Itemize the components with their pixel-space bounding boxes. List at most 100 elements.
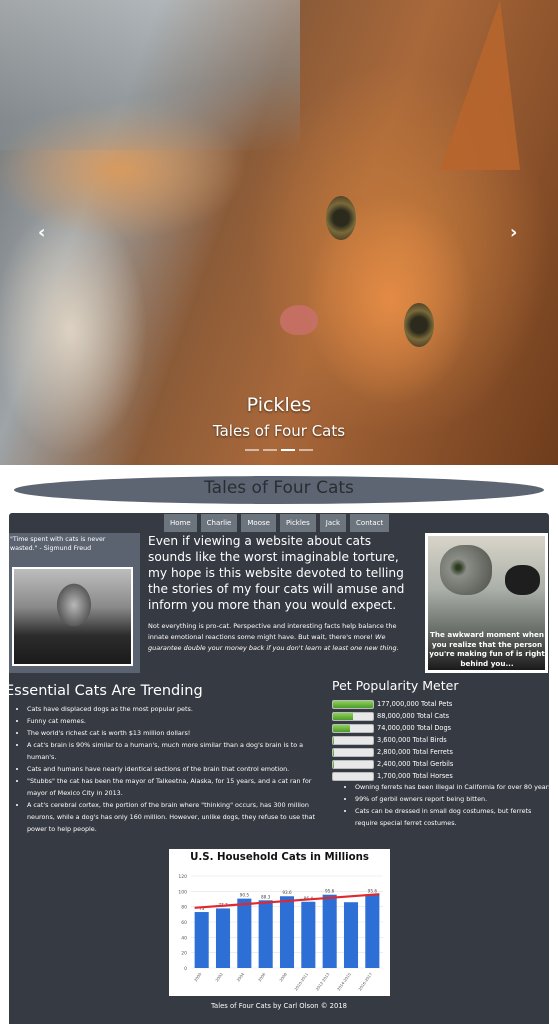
list-item: Cats and humans have nearly identical se… xyxy=(27,763,332,775)
meter-label: 74,000,000 Total Dogs xyxy=(377,724,452,732)
chart-x-tick-label: 2006 xyxy=(257,971,267,982)
chart-x-tick-label: 2002 xyxy=(214,971,224,982)
chart-x-tick-label: 2008 xyxy=(278,971,288,982)
intro-note: Not everything is pro-cat. Perspective a… xyxy=(148,621,412,654)
nav-item-moose[interactable]: Moose xyxy=(241,514,276,532)
chart-bar xyxy=(343,902,359,968)
meter-bar xyxy=(332,723,374,733)
meter-row: 177,000,000 Total Pets xyxy=(332,698,552,710)
hero-carousel: ‹ › Pickles Tales of Four Cats xyxy=(0,0,558,465)
trending-title: Essential Cats Are Trending xyxy=(5,683,203,699)
meter-bar xyxy=(332,735,374,745)
meter-title: Pet Popularity Meter xyxy=(332,678,459,693)
carousel-caption-subtitle: Tales of Four Cats xyxy=(212,422,346,440)
list-item: Cats can be dressed in small dog costume… xyxy=(355,805,555,829)
cat-ear-shape xyxy=(440,0,520,170)
chart-bar xyxy=(301,901,316,968)
meter-bar xyxy=(332,759,374,769)
chart-y-tick-label: 80 xyxy=(181,905,187,911)
list-item: "Stubbs" the cat has been the mayor of T… xyxy=(27,775,332,799)
meter-label: 2,400,000 Total Gerbils xyxy=(377,760,454,768)
meter-bar-fill xyxy=(333,748,334,756)
meter-bar xyxy=(332,711,374,721)
meme-cat-shape xyxy=(505,565,540,595)
chart-bar xyxy=(365,894,380,968)
nav-item-pickles[interactable]: Pickles xyxy=(279,514,316,532)
chart-title: U.S. Household Cats in Millions xyxy=(190,852,369,863)
chart-bar xyxy=(279,896,295,968)
meter-row: 2,800,000 Total Ferrets xyxy=(332,746,552,758)
list-item: The world's richest cat is worth $13 mil… xyxy=(27,727,332,739)
chart-y-tick-label: 0 xyxy=(184,966,187,972)
list-item: Owning ferrets has been illegal in Calif… xyxy=(355,781,555,793)
chart-data-label: 88.3 xyxy=(261,894,271,899)
carousel-indicator[interactable] xyxy=(299,449,313,451)
meter-bar xyxy=(332,747,374,757)
list-item: Cats have displaced dogs as the most pop… xyxy=(27,703,332,715)
chart-bar xyxy=(322,894,337,968)
chart-x-tick-label: 2012-2013 xyxy=(315,971,331,991)
cat-nose-shape xyxy=(280,305,318,335)
carousel-prev-icon[interactable]: ‹ xyxy=(38,222,45,243)
nav-item-contact[interactable]: Contact xyxy=(350,514,390,532)
trending-list: Cats have displaced dogs as the most pop… xyxy=(18,703,332,835)
meter-row: 2,400,000 Total Gerbils xyxy=(332,758,552,770)
chart-bar xyxy=(258,900,273,968)
freud-photo xyxy=(12,567,133,666)
list-item: A cat's brain is 90% similar to a human'… xyxy=(27,739,332,763)
chart-data-label: 90.5 xyxy=(240,893,250,898)
chart-bar xyxy=(194,912,209,968)
nav-item-jack[interactable]: Jack xyxy=(319,514,347,532)
chart-y-tick-label: 40 xyxy=(181,935,187,941)
chart-data-label: 93.6 xyxy=(282,890,292,895)
chart-y-tick-label: 60 xyxy=(181,920,187,926)
carousel-indicator-active[interactable] xyxy=(281,449,295,451)
meter-label: 88,000,000 Total Cats xyxy=(377,712,450,720)
carousel-photo xyxy=(0,0,300,150)
carousel-indicator[interactable] xyxy=(263,449,277,451)
quote-text: "Time spent with cats is never wasted." … xyxy=(10,536,106,552)
meter-bar-fill xyxy=(333,712,353,720)
intro-note-text: Not everything is pro-cat. Perspective a… xyxy=(148,622,397,641)
meter-bar xyxy=(332,771,374,781)
meter-label: 3,600,000 Total Birds xyxy=(377,736,447,744)
cats-bar-chart: 02040608010012073200077.7200290.5200488.… xyxy=(178,874,383,992)
chart-x-tick-label: 2010-2011 xyxy=(293,971,309,991)
meter-label: 2,800,000 Total Ferrets xyxy=(377,748,453,756)
chart-x-tick-label: 2014-2015 xyxy=(336,971,352,991)
carousel-caption-title: Pickles xyxy=(246,394,312,416)
pet-facts-list: Owning ferrets has been illegal in Calif… xyxy=(346,781,555,829)
list-item: A cat's cerebral cortex, the portion of … xyxy=(27,799,332,835)
chart-y-tick-label: 100 xyxy=(178,889,187,895)
meter-bar-fill xyxy=(333,700,373,708)
meter-bar xyxy=(332,699,374,709)
meter-row: 88,000,000 Total Cats xyxy=(332,710,552,722)
carousel-indicators xyxy=(245,449,313,451)
list-item: 99% of gerbil owners report being bitten… xyxy=(355,793,555,805)
intro-paragraph: Even if viewing a website about cats sou… xyxy=(148,534,405,612)
list-item: Funny cat memes. xyxy=(27,715,332,727)
meter-bar-fill xyxy=(333,736,334,744)
chart-data-label: 95.6 xyxy=(368,889,378,894)
cat-eye-shape xyxy=(326,196,356,240)
chart-x-tick-label: 2016-2017 xyxy=(357,971,373,991)
cat-eye-shape xyxy=(404,303,434,347)
footer-text: Tales of Four Cats by Carl Olson © 2018 xyxy=(211,1002,347,1010)
chart-y-tick-label: 20 xyxy=(181,951,187,957)
meter-label: 1,700,000 Total Horses xyxy=(377,772,453,780)
site-title: Tales of Four Cats xyxy=(204,478,354,498)
chart-x-tick-label: 2000 xyxy=(193,971,203,982)
carousel-next-icon[interactable]: › xyxy=(510,222,517,243)
popularity-meter: 177,000,000 Total Pets 88,000,000 Total C… xyxy=(332,698,552,782)
nav-item-charlie[interactable]: Charlie xyxy=(200,514,238,532)
chart-bar xyxy=(215,908,231,968)
chart-y-tick-label: 120 xyxy=(178,874,187,880)
carousel-indicator[interactable] xyxy=(245,449,259,451)
main-nav: Home Charlie Moose Pickles Jack Contact xyxy=(164,514,390,532)
meter-bar-fill xyxy=(333,724,350,732)
nav-item-home[interactable]: Home xyxy=(164,514,197,532)
meter-row: 74,000,000 Total Dogs xyxy=(332,722,552,734)
chart-x-tick-label: 2004 xyxy=(236,971,246,982)
chart-bar xyxy=(237,898,252,968)
meter-label: 177,000,000 Total Pets xyxy=(377,700,453,708)
